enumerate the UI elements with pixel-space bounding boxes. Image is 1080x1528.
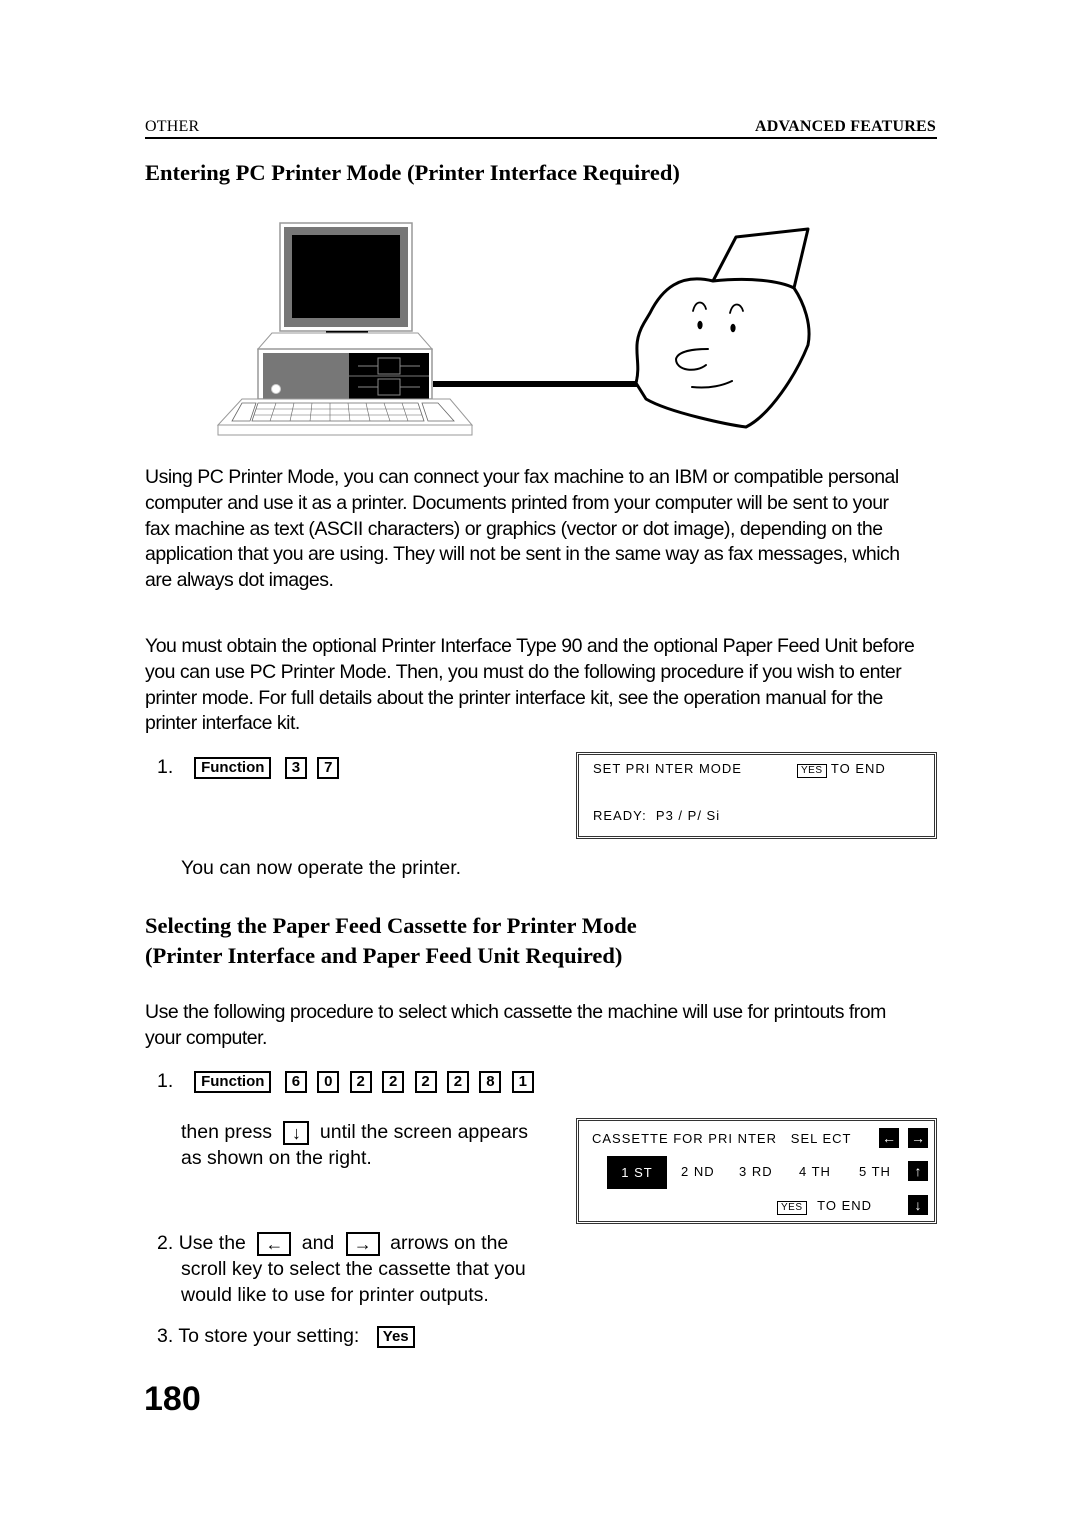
instruction-text: Use the	[178, 1232, 246, 1254]
key-6[interactable]: 6	[284, 1070, 307, 1093]
lcd-to-end: TO END	[830, 761, 886, 776]
key-2[interactable]: 2	[349, 1070, 372, 1093]
section2-intro: Use the following procedure to select wh…	[145, 1001, 886, 1049]
key-2[interactable]: 2	[414, 1070, 437, 1093]
left-arrow-key[interactable]: ←	[257, 1231, 292, 1256]
instruction-text: To store your setting:	[178, 1325, 360, 1347]
lcd-line-1: CASSETTE FOR PRI NTER SEL ECT	[592, 1131, 852, 1146]
lcd-yes-key: YES	[777, 1201, 807, 1215]
step-3: 3. To store your setting: Yes	[157, 1323, 420, 1349]
lcd-display-cassette-select: CASSETTE FOR PRI NTER SEL ECT ← → 1 ST 2…	[576, 1118, 937, 1224]
lcd-left-arrow-icon: ←	[879, 1128, 899, 1148]
pc-fax-illustration	[216, 222, 811, 436]
result-text: You can now operate the printer.	[181, 857, 462, 879]
key-3[interactable]: 3	[284, 756, 307, 779]
step-1-instruction-line2: as shown on the right.	[181, 1147, 372, 1169]
key-2[interactable]: 2	[382, 1070, 405, 1093]
key-8[interactable]: 8	[479, 1070, 502, 1093]
instruction-text: arrows on the	[390, 1232, 509, 1254]
function-key[interactable]: Function	[194, 756, 272, 779]
personal-computer-icon	[216, 222, 474, 436]
lcd-option: 5 TH	[859, 1164, 891, 1179]
lcd-line-1: SET PRI NTER MODE	[593, 761, 742, 776]
section1-title: Entering PC Printer Mode (Printer Interf…	[145, 160, 680, 185]
instruction-text: and	[301, 1232, 335, 1254]
down-arrow-key[interactable]: ↓	[283, 1120, 310, 1145]
section2-title-line2: (Printer Interface and Paper Feed Unit R…	[145, 943, 623, 968]
intro-paragraph: Using PC Printer Mode, you can connect y…	[145, 466, 900, 592]
instruction-text: then press	[181, 1121, 273, 1143]
lcd-yes-key: YES	[797, 764, 827, 778]
header-rule	[145, 137, 937, 139]
step-number: 1.	[157, 1070, 174, 1092]
lcd-option: 2 ND	[681, 1164, 715, 1179]
key-0[interactable]: 0	[317, 1070, 340, 1093]
key-7[interactable]: 7	[317, 756, 340, 779]
step-2-line3: would like to use for printer outputs.	[181, 1284, 489, 1306]
step-2-line2: scroll key to select the cassette that y…	[181, 1258, 526, 1280]
step-1-keys: 1. Function 3 7	[157, 754, 344, 780]
step-number: 1.	[157, 756, 174, 778]
key-1[interactable]: 1	[511, 1070, 534, 1093]
section-label: OTHER	[145, 118, 200, 135]
lcd-option: 3 RD	[739, 1164, 773, 1179]
step-1-key-sequence: 1. Function 6 0 2 2 2 2 8 1	[157, 1068, 539, 1094]
instruction-text: until the screen appears	[319, 1121, 529, 1143]
lcd-to-end: TO END	[817, 1198, 873, 1213]
lcd-down-arrow-icon: ↓	[908, 1195, 928, 1215]
step-2: 2. Use the ← and → arrows on the	[157, 1230, 508, 1256]
lcd-option-selected: 1 ST	[607, 1156, 667, 1189]
lcd-up-arrow-icon: ↑	[908, 1161, 928, 1181]
step-number: 3.	[157, 1325, 174, 1347]
right-arrow-key[interactable]: →	[345, 1231, 380, 1256]
section2-title-line1: Selecting the Paper Feed Cassette for Pr…	[145, 913, 637, 938]
yes-key[interactable]: Yes	[376, 1325, 415, 1348]
function-key[interactable]: Function	[194, 1070, 272, 1093]
cable-icon	[433, 381, 639, 387]
lcd-right-arrow-icon: →	[908, 1128, 928, 1148]
requirements-paragraph: You must obtain the optional Printer Int…	[145, 635, 915, 735]
step-1-instruction: then press ↓ until the screen appears	[181, 1119, 528, 1145]
lcd-line-2: READY: P3 / P/ Si	[593, 808, 721, 823]
fax-machine-face-icon	[634, 227, 811, 429]
lcd-option: 4 TH	[799, 1164, 831, 1179]
page-number: 180	[144, 1380, 201, 1418]
step-number: 2.	[157, 1232, 174, 1254]
lcd-display-printer-mode: SET PRI NTER MODE YES TO END READY: P3 /…	[576, 752, 937, 839]
chapter-label: ADVANCED FEATURES	[754, 118, 936, 135]
key-2[interactable]: 2	[446, 1070, 469, 1093]
